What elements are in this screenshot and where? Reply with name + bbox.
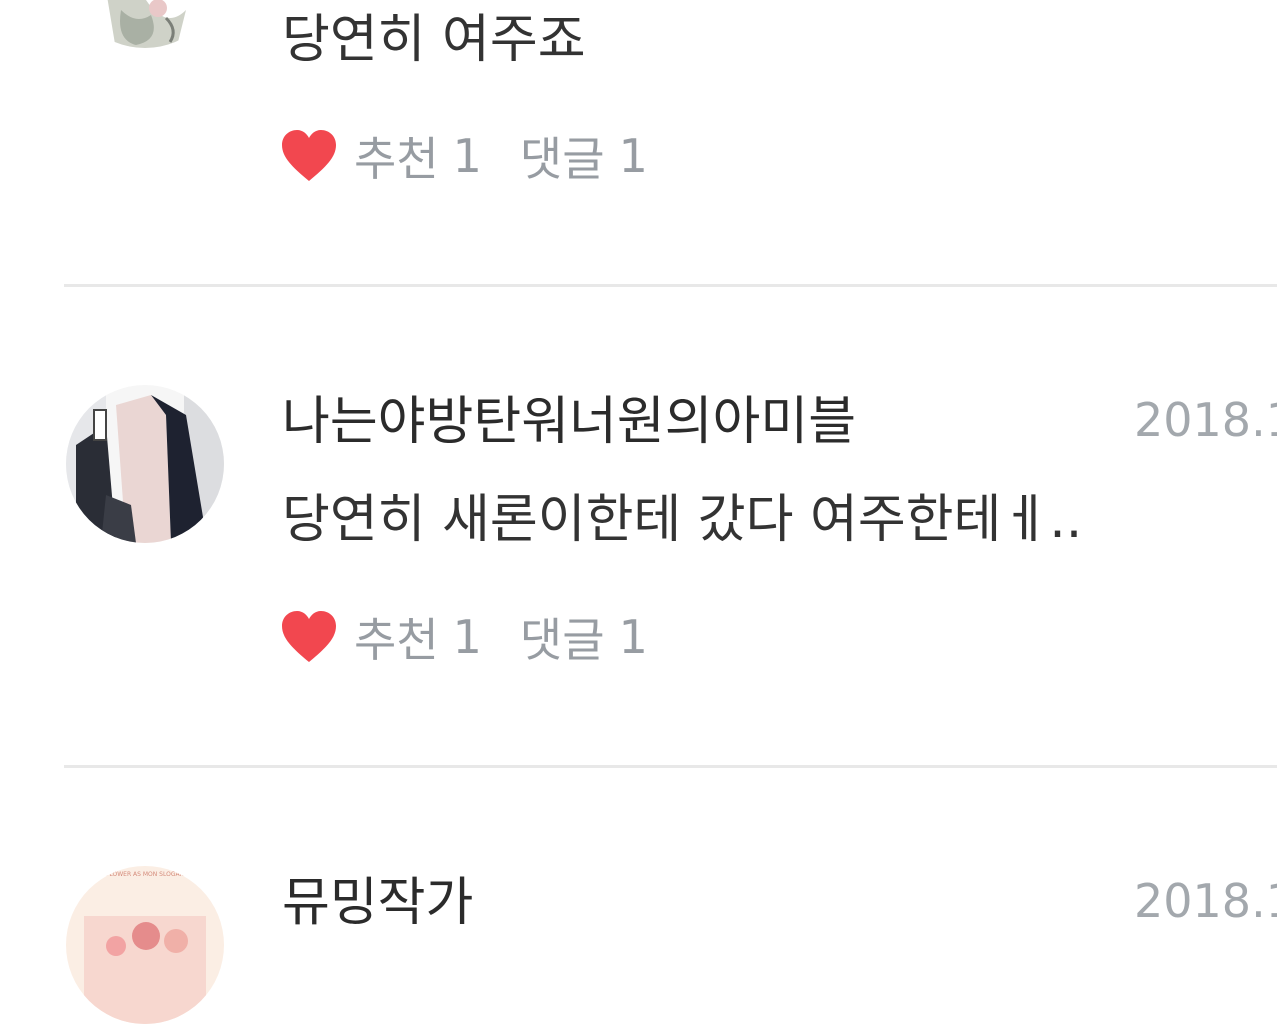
- like-label[interactable]: 추천: [354, 604, 439, 670]
- avatar[interactable]: [66, 0, 224, 48]
- avatar[interactable]: FLOWER AS MON SLOGAN: [66, 866, 224, 1024]
- reply-label[interactable]: 댓글: [520, 123, 605, 189]
- reply-count: 1: [618, 129, 648, 183]
- heart-icon[interactable]: [280, 129, 338, 183]
- avatar-illustration: [66, 0, 224, 48]
- divider: [64, 765, 1277, 768]
- comment-date: 2018.1: [1134, 393, 1277, 447]
- avatar-poster: FLOWER AS MON SLOGAN: [66, 866, 224, 1024]
- heart-icon[interactable]: [280, 610, 338, 664]
- comment-author[interactable]: 나는야방탄워너원의아미블: [282, 392, 856, 452]
- comment-actions: 추천 1 댓글 1: [280, 607, 686, 667]
- avatar[interactable]: [66, 385, 224, 543]
- like-label[interactable]: 추천: [354, 123, 439, 189]
- avatar-photo: [66, 385, 224, 543]
- reply-label[interactable]: 댓글: [520, 604, 605, 670]
- comment-author[interactable]: 뮤밍작가: [282, 873, 473, 933]
- comment-actions: 추천 1 댓글 1: [280, 126, 686, 186]
- like-count: 1: [452, 610, 482, 664]
- comment-date: 2018.1: [1134, 874, 1277, 928]
- like-count: 1: [452, 129, 482, 183]
- avatar-poster-text: FLOWER AS MON SLOGAN: [106, 871, 184, 878]
- comment-body[interactable]: 당연히 여주죠: [282, 10, 586, 70]
- reply-count: 1: [618, 610, 648, 664]
- divider: [64, 284, 1277, 287]
- comment-body[interactable]: 당연히 새론이한테 갔다 여주한테ㅔ..: [282, 490, 1082, 550]
